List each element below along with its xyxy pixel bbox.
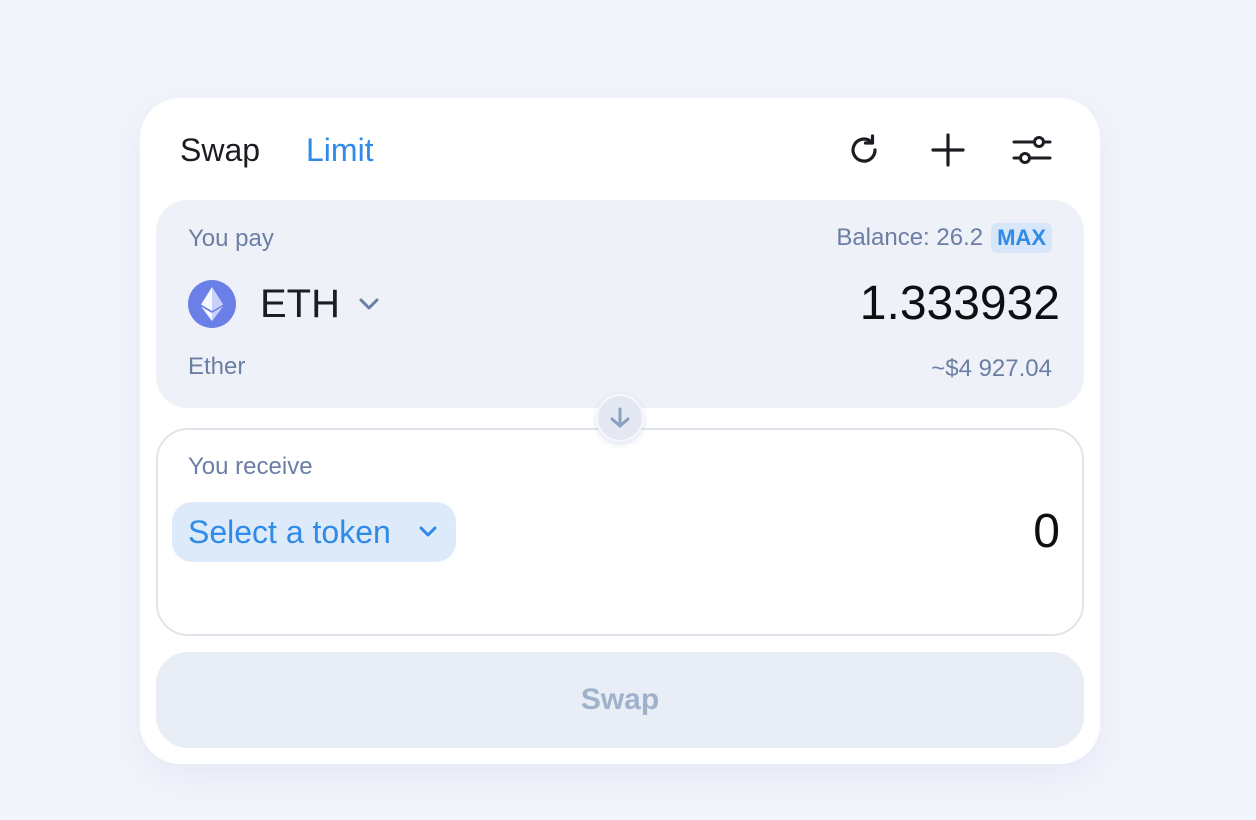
tab-limit[interactable]: Limit (306, 130, 374, 170)
balance-text: Balance: 26.2 (836, 224, 984, 251)
add-button[interactable] (926, 128, 970, 172)
receive-section: You receive Select a token (156, 428, 1084, 636)
max-button[interactable]: MAX (991, 223, 1052, 253)
chevron-down-icon (416, 520, 440, 549)
switch-direction-button[interactable] (596, 394, 644, 442)
settings-button[interactable] (1010, 128, 1054, 172)
arrow-down-icon (610, 407, 630, 428)
you-receive-label: You receive (188, 453, 313, 480)
select-token-label: Select a token (188, 514, 391, 550)
plus-icon (931, 133, 965, 167)
receive-amount-input[interactable] (760, 504, 1060, 560)
select-token-button[interactable]: Select a token (172, 502, 456, 562)
pay-token-selector[interactable]: ETH (188, 280, 380, 328)
pay-section: You pay Balance: 26.2 MAX ETH E (156, 200, 1084, 408)
refresh-button[interactable] (842, 128, 886, 172)
balance-row: Balance: 26.2 MAX (836, 222, 1052, 254)
chevron-down-icon (358, 297, 380, 311)
refresh-icon (851, 134, 877, 163)
swap-button[interactable]: Swap (156, 652, 1084, 748)
pay-amount-input[interactable] (640, 276, 1060, 332)
pay-token-symbol: ETH (260, 282, 340, 326)
swap-card: Swap Limit You pay Balance: 26.2 MAX ETH… (140, 98, 1100, 764)
tab-swap[interactable]: Swap (180, 130, 260, 170)
you-pay-label: You pay (188, 225, 274, 252)
settings-sliders-icon (1012, 136, 1052, 164)
pay-token-name: Ether (188, 353, 246, 380)
swap-header: Swap Limit (140, 98, 1100, 200)
eth-logo-icon (188, 280, 236, 328)
pay-usd-value: ~$4 927.04 (931, 355, 1052, 382)
